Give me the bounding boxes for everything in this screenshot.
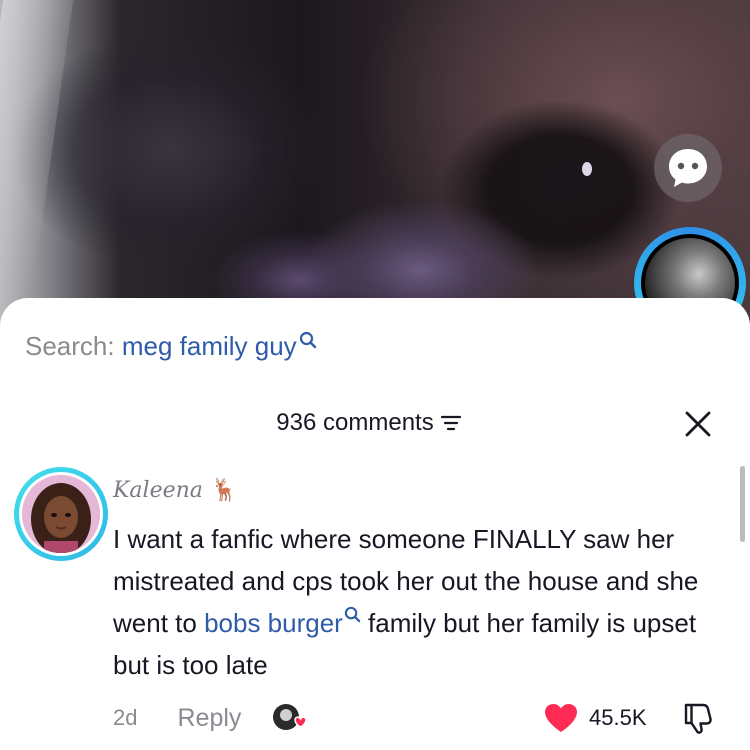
chat-bubble-button[interactable] bbox=[654, 134, 722, 202]
scrollbar[interactable] bbox=[740, 466, 745, 542]
search-term-link[interactable]: meg family guy bbox=[122, 331, 297, 361]
tiktok-comments-screen: Search: meg family guy 936 comments Kale… bbox=[0, 0, 750, 750]
sort-icon[interactable] bbox=[440, 413, 462, 433]
video-eye-highlight bbox=[582, 162, 592, 176]
comment-age: 2d bbox=[113, 705, 138, 730]
heart-icon bbox=[545, 704, 577, 732]
avatar-illustration bbox=[22, 475, 100, 553]
comment-username[interactable]: Kaleena 🦌 bbox=[113, 476, 238, 506]
search-icon bbox=[299, 331, 316, 349]
liked-by-creator-badge bbox=[271, 702, 311, 734]
search-icon bbox=[344, 606, 361, 623]
username-text: Kaleena bbox=[113, 478, 203, 503]
comments-sheet: Search: meg family guy 936 comments Kale… bbox=[0, 298, 750, 750]
video-light-stripe bbox=[0, 0, 74, 330]
comment-search-link[interactable]: bobs burger bbox=[204, 608, 343, 638]
search-suggestion[interactable]: Search: meg family guy bbox=[25, 328, 317, 364]
like-button[interactable]: 45.5K bbox=[543, 702, 647, 734]
search-label: Search: bbox=[25, 331, 115, 361]
close-button[interactable] bbox=[682, 408, 714, 440]
comment-meta: 2d Reply bbox=[113, 702, 311, 734]
creator-heart-icon bbox=[273, 704, 308, 730]
close-icon bbox=[685, 411, 711, 437]
chat-bubble-icon bbox=[669, 149, 707, 187]
reply-button[interactable]: Reply bbox=[177, 703, 241, 733]
commenter-avatar[interactable] bbox=[14, 467, 108, 561]
like-count: 45.5K bbox=[589, 705, 647, 730]
comment-text: I want a fanfic where someone FINALLY sa… bbox=[113, 518, 733, 686]
thumbs-down-icon bbox=[684, 703, 712, 734]
commenter-avatar-border bbox=[19, 472, 103, 556]
commenter-avatar-image bbox=[22, 475, 100, 553]
comments-header: 936 comments bbox=[0, 406, 750, 440]
comments-count: 936 comments bbox=[276, 409, 434, 436]
deer-emoji: 🦌 bbox=[210, 478, 239, 503]
dislike-button[interactable] bbox=[682, 701, 714, 735]
